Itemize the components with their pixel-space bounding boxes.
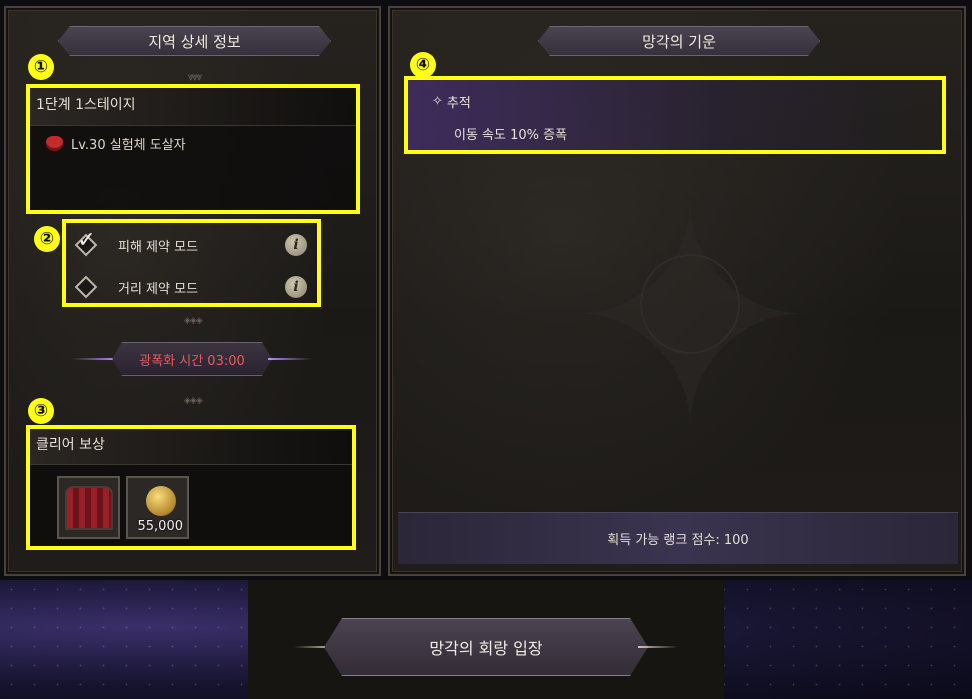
- demon-skull-icon: [46, 136, 63, 151]
- monster-label: Lv.30 실험체 도살자: [71, 138, 186, 153]
- clear-reward-box: 클리어 보상 55,000: [26, 425, 356, 550]
- berserk-timer: 광폭화 시간 03:00: [72, 342, 312, 376]
- berserk-timer-label: 광폭화 시간 03:00: [112, 342, 272, 376]
- divider-ornament-icon: ◈◈◈: [184, 316, 203, 326]
- emblem-circle: [640, 254, 740, 354]
- enter-dungeon-label[interactable]: 망각의 회랑 입장: [324, 618, 648, 676]
- mode-label: 거리 제약 모드: [118, 281, 199, 297]
- button-deco-line: [638, 646, 678, 648]
- mode-damage-restriction[interactable]: ✓ 피해 제약 모드 i: [74, 228, 307, 259]
- stage-title: 1단계 1스테이지: [30, 88, 356, 126]
- stage-info-box: 1단계 1스테이지 Lv.30 실험체 도살자: [26, 84, 360, 214]
- reward-slot-chest[interactable]: [57, 476, 120, 539]
- gold-coin-icon: [146, 486, 176, 516]
- mode-distance-restriction[interactable]: 거리 제약 모드 i: [74, 273, 307, 301]
- effect-description: 이동 속도 10% 증폭: [454, 128, 568, 143]
- effect-title: ✧ 추적: [432, 92, 471, 111]
- divider-ornament-icon: ◈◈◈: [184, 396, 203, 406]
- info-icon[interactable]: i: [285, 276, 307, 298]
- mode-options-box: ✓ 피해 제약 모드 i 거리 제약 모드 i: [62, 219, 321, 307]
- reward-count: 55,000: [137, 519, 184, 534]
- mode-label: 피해 제약 모드: [118, 239, 199, 255]
- rank-score-label: 획득 가능 랭크 점수: 100: [607, 533, 749, 548]
- annotation-badge-2: ②: [34, 226, 60, 252]
- checkbox-checked-icon[interactable]: ✓: [74, 228, 98, 257]
- reward-title: 클리어 보상: [30, 429, 352, 465]
- annotation-badge-1: ①: [28, 54, 54, 80]
- region-detail-title: 지역 상세 정보: [58, 26, 331, 56]
- effect-name: 추적: [446, 96, 471, 111]
- timer-deco-line: [72, 358, 116, 360]
- annotation-badge-3: ③: [28, 398, 54, 424]
- ornament-icon: ⩔⩔⩔: [187, 70, 203, 83]
- aura-effect-box: ✧ 추적 이동 속도 10% 증폭: [404, 76, 946, 154]
- reward-slot-gold[interactable]: 55,000: [126, 476, 189, 539]
- checkbox-unchecked-icon[interactable]: [74, 275, 98, 299]
- reward-items: 55,000: [30, 465, 352, 539]
- monster-entry: Lv.30 실험체 도살자: [30, 126, 356, 153]
- annotation-badge-4: ④: [410, 52, 436, 78]
- info-icon[interactable]: i: [285, 234, 307, 256]
- compass-star-icon: ✧: [432, 94, 443, 109]
- oblivion-aura-title: 망각의 기운: [538, 26, 820, 56]
- enter-dungeon-button[interactable]: 망각의 회랑 입장: [294, 618, 678, 676]
- rank-score-bar: 획득 가능 랭크 점수: 100: [398, 512, 958, 564]
- treasure-chest-icon: [65, 486, 113, 530]
- timer-deco-line: [268, 358, 312, 360]
